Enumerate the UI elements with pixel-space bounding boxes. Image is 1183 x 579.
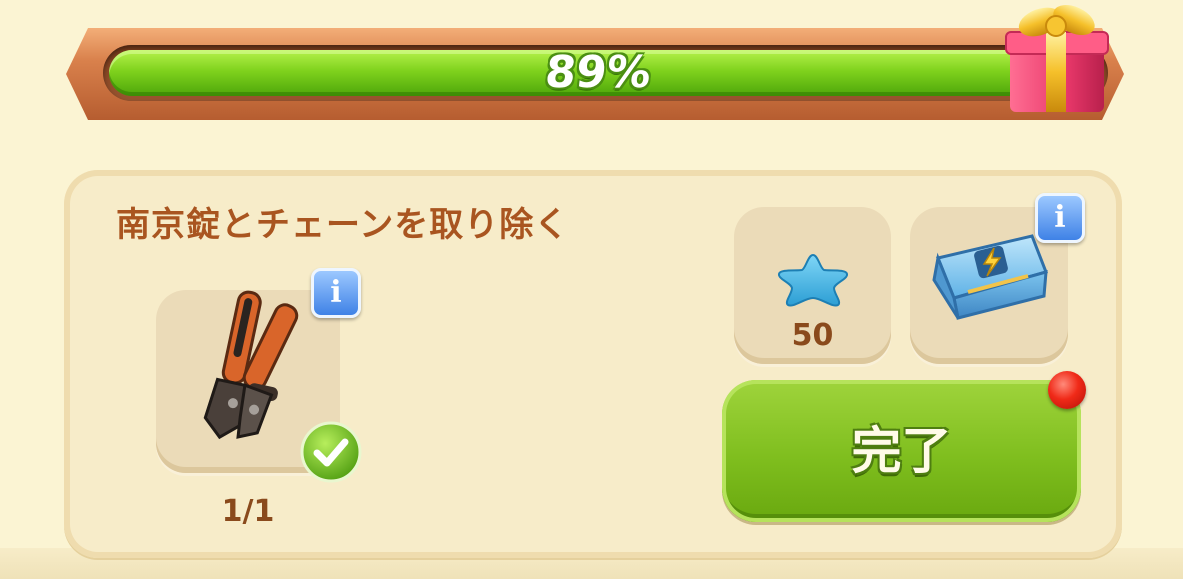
blue-star-icon bbox=[778, 253, 848, 307]
progress-percent-label: 89% bbox=[542, 47, 654, 98]
tool-progress-count: 1/1 bbox=[221, 494, 275, 529]
energy-chest-icon bbox=[932, 234, 1048, 320]
task-title: 南京錠とチェーンを取り除く bbox=[116, 205, 570, 245]
complete-button[interactable]: 完了 bbox=[722, 380, 1081, 522]
complete-button-label: 完了 bbox=[851, 422, 952, 480]
bolt-cutter-icon bbox=[203, 290, 299, 440]
star-reward-amount: 50 bbox=[791, 318, 834, 353]
gift-box-icon[interactable] bbox=[1000, 0, 1112, 118]
red-notification-dot bbox=[1048, 371, 1086, 409]
check-badge-icon bbox=[300, 421, 362, 483]
chest-info-button[interactable]: i bbox=[1035, 193, 1085, 243]
tool-info-button[interactable]: i bbox=[311, 268, 361, 318]
